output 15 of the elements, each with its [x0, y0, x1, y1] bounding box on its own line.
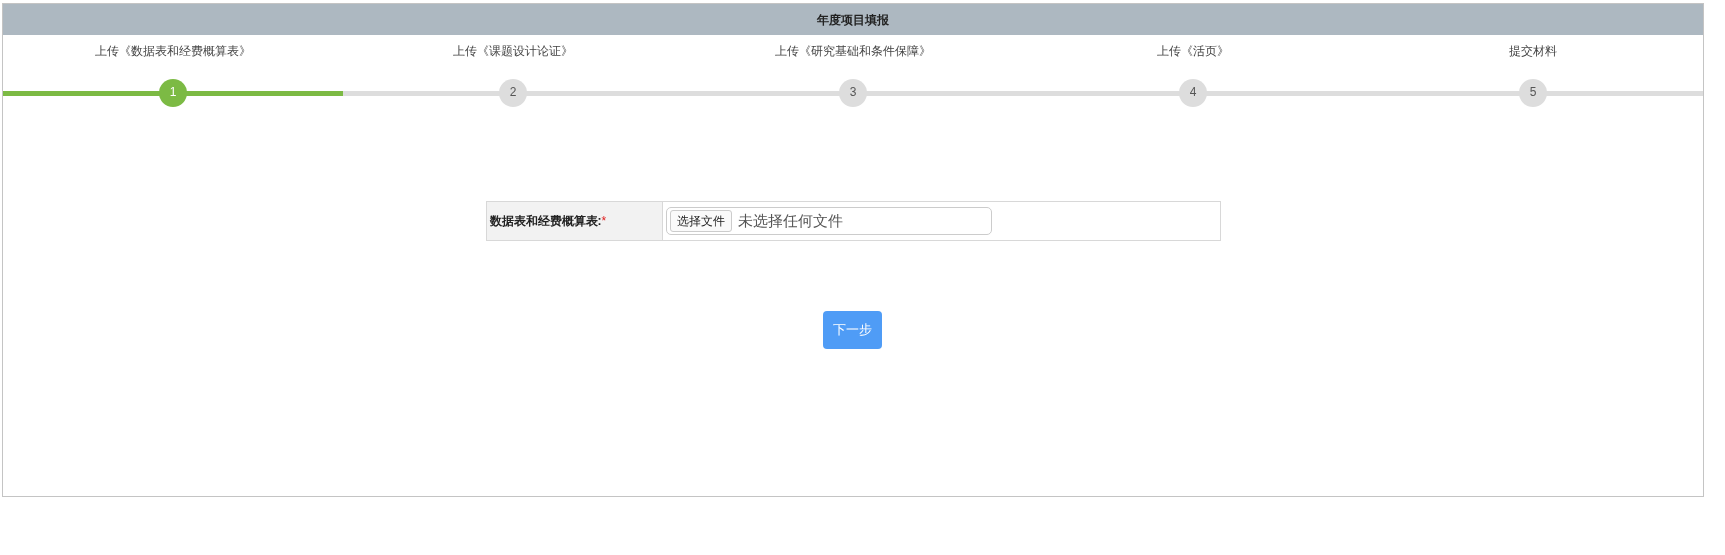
field-label: 数据表和经费概算表:	[489, 213, 602, 230]
step-label: 上传《课题设计论证》	[453, 43, 573, 60]
step-number[interactable]: 3	[839, 79, 867, 107]
choose-file-button[interactable]: 选择文件	[669, 210, 732, 232]
step-label: 提交材料	[1509, 43, 1557, 60]
header-title: 年度项目填报	[817, 11, 889, 29]
required-mark: *	[601, 213, 607, 230]
step-number[interactable]: 5	[1519, 79, 1547, 107]
step-label: 上传《数据表和经费概算表》	[95, 43, 251, 60]
step-number[interactable]: 4	[1179, 79, 1207, 107]
file-input[interactable]: 选择文件 未选择任何文件	[665, 207, 992, 235]
step-number[interactable]: 2	[499, 79, 527, 107]
step-label: 上传《研究基础和条件保障》	[775, 43, 931, 60]
file-status: 未选择任何文件	[737, 210, 843, 231]
step-label: 上传《活页》	[1157, 43, 1229, 60]
